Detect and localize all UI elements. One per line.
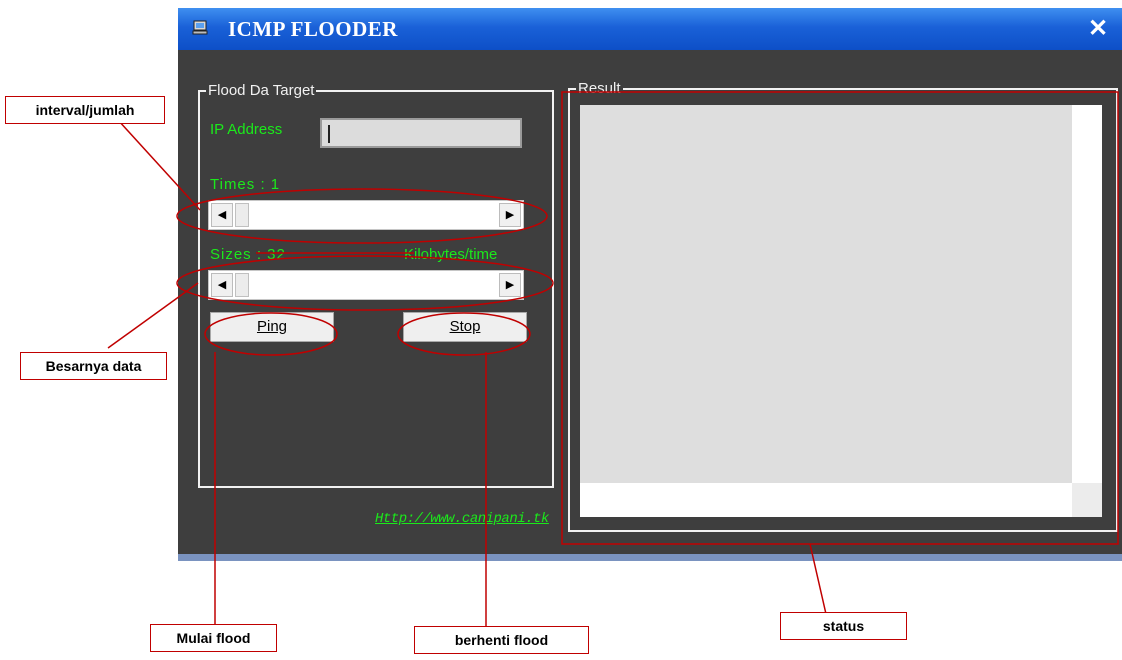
interval-annotation: interval/jumlah	[5, 96, 165, 124]
data-size-callout-line	[107, 282, 199, 349]
annotation-overlay	[107, 91, 1119, 628]
status-annotation: status	[780, 612, 907, 640]
result-highlight-box	[561, 91, 1119, 545]
start-annotation: Mulai flood	[150, 624, 277, 652]
times-highlight-ellipse	[176, 188, 548, 244]
sizes-highlight-ellipse	[176, 255, 554, 311]
ping-highlight-ellipse	[204, 312, 338, 356]
stop-highlight-ellipse	[397, 312, 531, 356]
interval-callout-line	[117, 119, 201, 211]
stop-annotation: berhenti flood	[414, 626, 589, 654]
status-callout-line	[809, 543, 827, 615]
data-size-annotation: Besarnya data	[20, 352, 167, 380]
